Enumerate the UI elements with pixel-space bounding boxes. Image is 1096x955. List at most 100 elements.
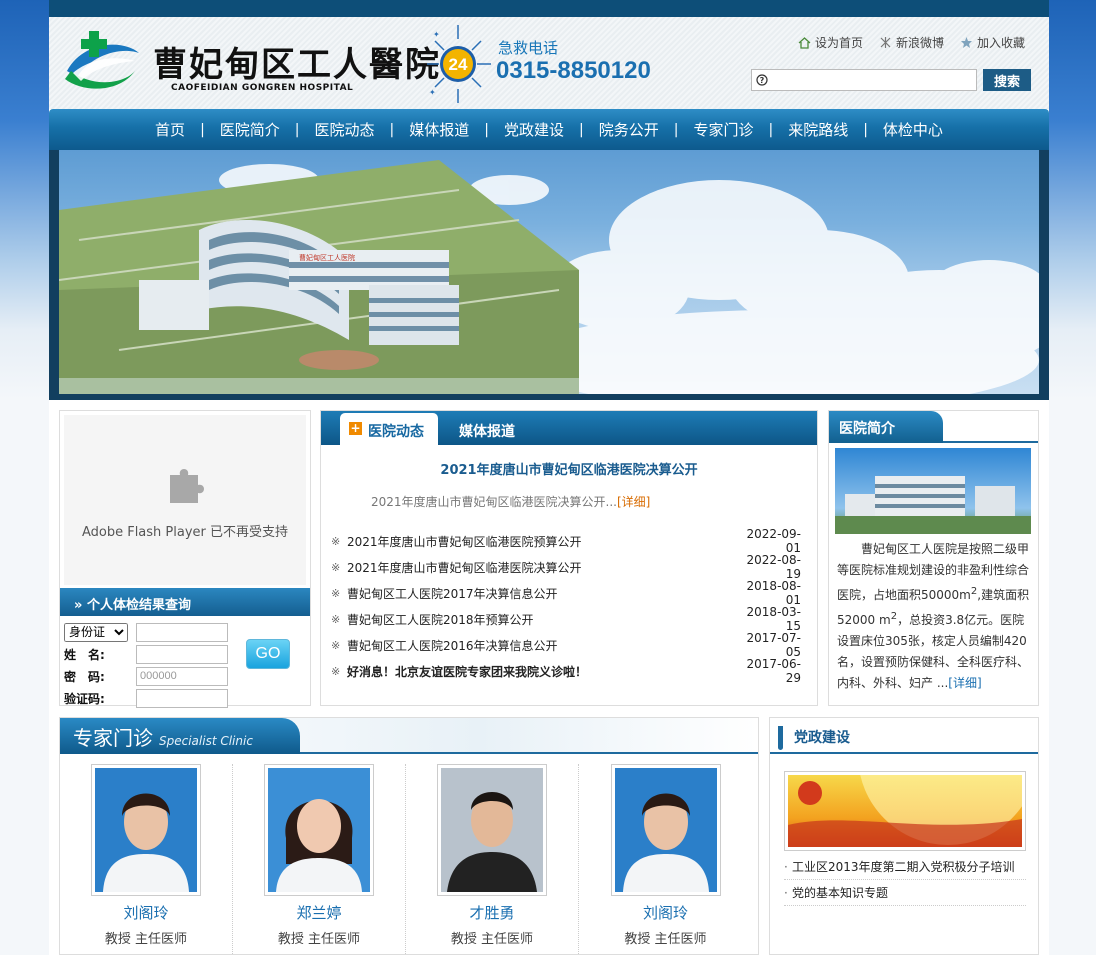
nav-party[interactable]: 党政建设 — [495, 119, 573, 140]
bullet-icon: ※ — [331, 638, 341, 652]
doctor-card[interactable]: 刘阁玲 教授 主任医师 — [579, 764, 752, 955]
nav-news[interactable]: 医院动态 — [306, 119, 384, 140]
doctor-list: 刘阁玲 教授 主任医师 郑兰婷 教授 主任医师 才胜勇 教授 主任医师 刘阁玲 … — [60, 764, 760, 955]
search-input[interactable] — [772, 71, 968, 89]
id-type-select[interactable]: 身份证 — [64, 622, 128, 642]
home-icon — [798, 37, 811, 49]
star-icon — [960, 37, 972, 48]
weibo-icon — [880, 37, 891, 48]
bullet-icon: ※ — [331, 586, 341, 600]
intro-building-photo[interactable] — [835, 448, 1031, 534]
captcha-input[interactable] — [136, 688, 228, 708]
hotline-badge: 24 — [449, 55, 468, 74]
password-input[interactable] — [136, 666, 228, 686]
logo-emblem-icon — [65, 31, 139, 89]
checkup-query-form: 身份证 姓 名: 密 码: 验证码: GO — [64, 621, 304, 709]
nav-directions[interactable]: 来院路线 — [779, 119, 857, 140]
list-item[interactable]: 党的基本知识专题 — [784, 880, 1026, 906]
name-label: 姓 名: — [64, 647, 105, 662]
party-panel: 党政建设 工业区2013年度第二期入党积极分子培训 党的基本知识专题 — [769, 717, 1039, 955]
page: 曹妃甸区工人醫院 CAOFEIDIAN GONGREN HOSPITAL 24 … — [49, 0, 1049, 955]
nav-specialist[interactable]: 专家门诊 — [684, 119, 762, 140]
nav-media[interactable]: 媒体报道 — [400, 119, 478, 140]
doctor-card[interactable]: 才胜勇 教授 主任医师 — [406, 764, 579, 955]
captcha-row: 验证码: — [64, 687, 304, 709]
hotline-24h-icon: 24 ✦ ✦ — [427, 25, 491, 103]
doctor-portrait-icon — [95, 768, 197, 892]
tab-hospital-news[interactable]: 医院动态 — [340, 413, 438, 445]
top-links: 设为首页 新浪微博 加入收藏 — [798, 34, 1025, 51]
bottom-row: 专家门诊 Specialist Clinic 刘阁玲 教授 主任医师 郑兰婷 教授 — [49, 717, 1049, 955]
plugin-puzzle-icon — [170, 469, 204, 503]
list-item[interactable]: ※ 好消息！北京友谊医院专家团来我院义诊啦！ 2017-06-29 — [331, 657, 801, 685]
doctor-photo[interactable] — [610, 764, 721, 896]
svg-text:✦: ✦ — [429, 88, 436, 97]
nav-checkup[interactable]: 体检中心 — [874, 119, 952, 140]
password-label: 密 码: — [64, 669, 105, 684]
doctor-photo[interactable] — [91, 764, 201, 896]
specialist-header: 专家门诊 Specialist Clinic — [60, 718, 758, 754]
doctor-name[interactable]: 郑兰婷 — [233, 902, 405, 923]
banner-building-sign: 曹妃甸区工人医院 — [299, 253, 355, 262]
checkup-query-title: 个人体检结果查询 — [86, 598, 191, 613]
news-tabs: 医院动态 媒体报道 — [321, 411, 817, 445]
doctor-photo[interactable] — [264, 764, 374, 896]
id-number-input[interactable] — [136, 622, 228, 642]
news-list: ※ 2021年度唐山市曹妃甸区临港医院预算公开 2022-09-01 ※ 2021年度… — [331, 527, 801, 685]
set-homepage-link[interactable]: 设为首页 — [798, 34, 863, 51]
news-summary: 2021年度唐山市曹妃甸区临港医院决算公开...[详细] — [371, 493, 650, 510]
flash-placeholder: Adobe Flash Player 已不再受支持 — [64, 415, 306, 585]
bullet-icon: ※ — [331, 560, 341, 574]
list-item[interactable]: ※ 2021年度唐山市曹妃甸区临港医院预算公开 2022-09-01 — [331, 527, 801, 555]
hospital-logo[interactable]: 曹妃甸区工人醫院 CAOFEIDIAN GONGREN HOSPITAL — [63, 27, 439, 97]
svg-text:✦: ✦ — [433, 30, 440, 39]
logo-english-name: CAOFEIDIAN GONGREN HOSPITAL — [171, 83, 354, 93]
hospital-banner: 曹妃甸区工人医院 — [59, 150, 1039, 394]
party-title: 党政建设 — [794, 730, 850, 746]
list-item[interactable]: ※ 2021年度唐山市曹妃甸区临港医院决算公开 2022-08-19 — [331, 553, 801, 581]
sina-weibo-label: 新浪微博 — [895, 36, 944, 50]
doctor-title: 教授 主任医师 — [104, 932, 188, 947]
banner-illustration: 曹妃甸区工人医院 — [59, 160, 1039, 394]
hotline-label: 急救电话 — [498, 39, 559, 57]
party-emblem-illustration — [788, 775, 1022, 847]
list-item[interactable]: ※ 曹妃甸区工人医院2018年预算公开 2018-03-15 — [331, 605, 801, 633]
logo-chinese-name: 曹妃甸区工人醫院 — [153, 45, 441, 85]
doctor-title: 教授 主任医师 — [624, 932, 707, 947]
list-item[interactable]: ※ 曹妃甸区工人医院2017年决算信息公开 2018-08-01 — [331, 579, 801, 607]
party-header: 党政建设 — [770, 718, 1038, 754]
news-panel: 医院动态 媒体报道 2021年度唐山市曹妃甸区临港医院决算公开 2021年度唐山… — [320, 410, 818, 706]
doctor-card[interactable]: 刘阁玲 教授 主任医师 — [60, 764, 233, 955]
tab-media-reports[interactable]: 媒体报道 — [459, 413, 515, 445]
doctor-name[interactable]: 刘阁玲 — [579, 902, 752, 923]
go-button[interactable]: GO — [246, 639, 290, 669]
news-summary-more-link[interactable]: [详细] — [617, 495, 650, 509]
search-bar: ? 搜索 — [751, 69, 1031, 91]
nav-affairs[interactable]: 院务公开 — [590, 119, 668, 140]
nav-home[interactable]: 首页 — [146, 119, 194, 140]
double-chevron-icon: » — [74, 598, 83, 613]
sina-weibo-link[interactable]: 新浪微博 — [879, 34, 944, 51]
list-item[interactable]: ※ 曹妃甸区工人医院2016年决算信息公开 2017-07-05 — [331, 631, 801, 659]
header: 曹妃甸区工人醫院 CAOFEIDIAN GONGREN HOSPITAL 24 … — [49, 17, 1049, 109]
doctor-card[interactable]: 郑兰婷 教授 主任医师 — [233, 764, 406, 955]
nav-about[interactable]: 医院简介 — [211, 119, 289, 140]
name-input[interactable] — [136, 644, 228, 664]
doctor-name[interactable]: 才胜勇 — [406, 902, 578, 923]
specialist-panel: 专家门诊 Specialist Clinic 刘阁玲 教授 主任医师 郑兰婷 教授 — [59, 717, 759, 955]
doctor-portrait-icon — [614, 768, 717, 892]
list-item[interactable]: 工业区2013年度第二期入党积极分子培训 — [784, 854, 1026, 880]
news-summary-text: 2021年度唐山市曹妃甸区临港医院决算公开... — [371, 495, 617, 509]
add-favorite-link[interactable]: 加入收藏 — [960, 34, 1025, 51]
doctor-photo[interactable] — [437, 764, 547, 896]
intro-more-link[interactable]: [详细] — [948, 676, 981, 690]
set-homepage-label: 设为首页 — [814, 36, 863, 50]
bullet-icon: ※ — [331, 664, 341, 678]
specialist-title: 专家门诊 — [73, 726, 153, 750]
doctor-name[interactable]: 刘阁玲 — [60, 902, 232, 923]
middle-row: Adobe Flash Player 已不再受支持 » 个人体检结果查询 身份证… — [49, 410, 1049, 709]
search-button[interactable]: 搜索 — [983, 69, 1031, 91]
party-banner-image[interactable] — [784, 771, 1026, 851]
news-headline[interactable]: 2021年度唐山市曹妃甸区临港医院决算公开 — [321, 459, 817, 478]
add-favorite-label: 加入收藏 — [976, 36, 1025, 50]
